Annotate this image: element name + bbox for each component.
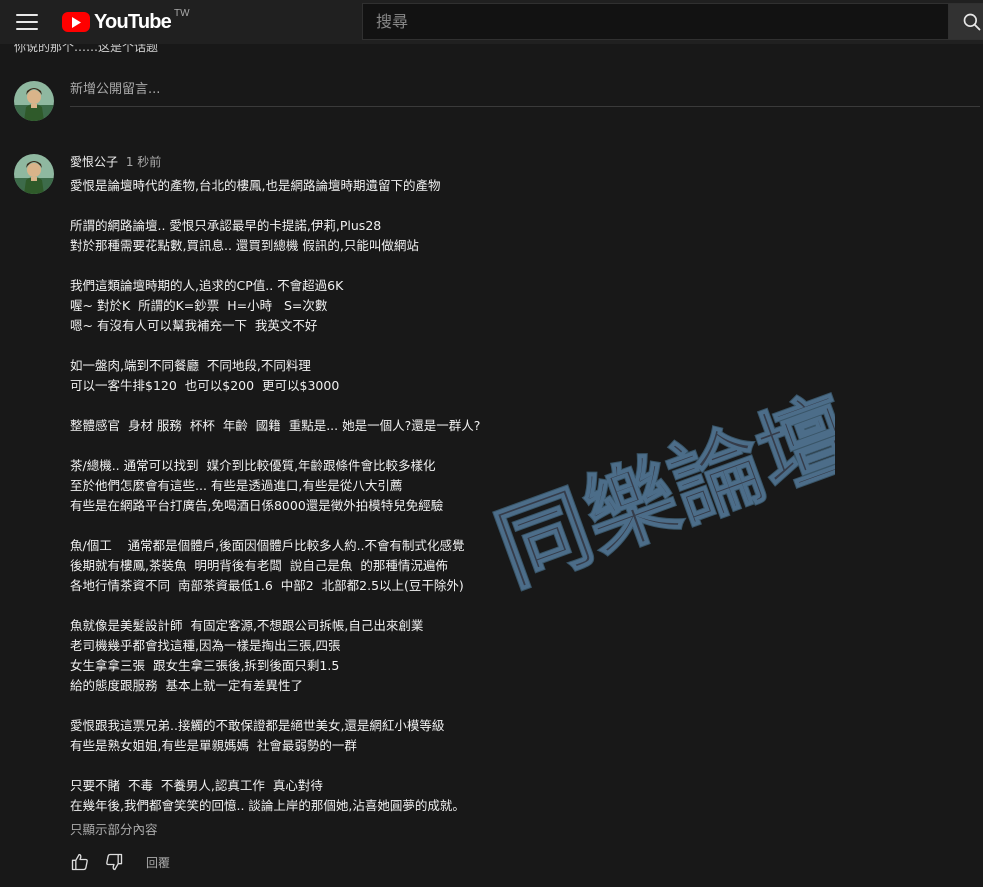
logo-text: YouTube (94, 10, 172, 33)
menu-icon[interactable] (16, 14, 38, 30)
like-icon[interactable] (70, 852, 90, 872)
current-user-avatar[interactable] (14, 81, 54, 121)
search-box (362, 3, 983, 40)
author-avatar[interactable] (14, 154, 54, 194)
search-button[interactable] (948, 3, 983, 40)
youtube-logo[interactable]: YouTube TW (62, 7, 190, 34)
show-less-button[interactable]: 只顯示部分內容 (70, 819, 158, 838)
add-comment-placeholder: 新增公開留言... (70, 82, 161, 97)
comment-header: 愛恨公子 1 秒前 (70, 153, 161, 170)
truncated-text: 你说的那个……这是个话题 (14, 44, 159, 54)
reply-button[interactable]: 回覆 (146, 854, 170, 871)
comment-timestamp[interactable]: 1 秒前 (126, 155, 161, 169)
add-comment-input[interactable]: 新增公開留言... (70, 80, 980, 107)
comments-section: 你说的那个……这是个话题 新增公開留言... 愛恨公子 1 秒前 愛恨是論壇時代… (0, 44, 983, 887)
comment-text: 愛恨是論壇時代的產物,台北的樓鳳,也是網路論壇時期遺留下的產物 所謂的網路論壇.… (70, 178, 481, 813)
youtube-logo-icon (62, 12, 90, 32)
dislike-icon[interactable] (104, 852, 124, 872)
comment-author[interactable]: 愛恨公子 (70, 155, 118, 169)
comment-actions: 回覆 (70, 852, 170, 872)
masthead: YouTube TW (0, 0, 983, 44)
search-input[interactable] (362, 3, 948, 40)
search-icon (963, 13, 981, 30)
region-code: TW (173, 7, 190, 19)
